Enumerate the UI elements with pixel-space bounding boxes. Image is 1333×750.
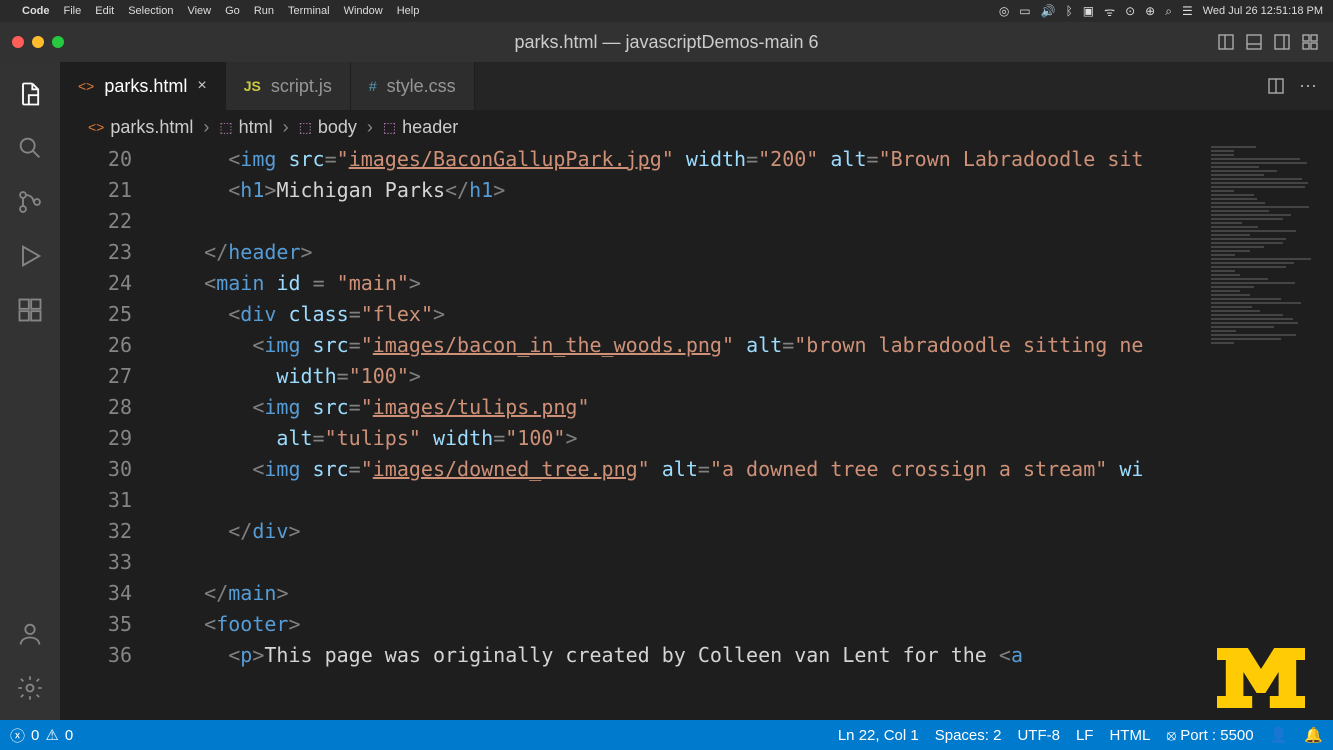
breadcrumb-item[interactable]: ⬚ header — [383, 117, 458, 138]
minimap[interactable] — [1203, 144, 1333, 720]
menubar-item[interactable]: Edit — [95, 5, 114, 17]
activity-bar — [0, 62, 60, 720]
search-icon[interactable]: ⌕ — [1165, 4, 1172, 19]
breadcrumb-item[interactable]: <> parks.html — [88, 117, 193, 138]
breadcrumb-label: header — [402, 117, 458, 138]
menubar-app[interactable]: Code — [22, 5, 50, 17]
tab-label: style.css — [387, 76, 456, 97]
sys-icon[interactable]: ⊙ — [1125, 4, 1135, 18]
code-editor[interactable]: 2021222324252627282930313233343536 <img … — [60, 144, 1333, 720]
css-file-icon: # — [369, 78, 377, 94]
chevron-right-icon: › — [367, 117, 373, 138]
symbol-icon: ⬚ — [219, 119, 232, 136]
menubar-item[interactable]: File — [64, 5, 82, 17]
bluetooth-icon[interactable]: ᛒ — [1066, 4, 1073, 18]
menubar-item[interactable]: View — [187, 5, 211, 17]
close-tab-icon[interactable]: × — [197, 77, 206, 95]
sys-icon[interactable]: ⊕ — [1145, 4, 1155, 18]
menubar-item[interactable]: Go — [225, 5, 240, 17]
split-editor-icon[interactable] — [1267, 77, 1285, 95]
battery-icon[interactable]: ▣ — [1083, 4, 1094, 18]
window-title: parks.html — javascriptDemos-main 6 — [514, 32, 818, 53]
breadcrumb-item[interactable]: ⬚ html — [219, 117, 272, 138]
code-content[interactable]: <img src="images/BaconGallupPark.jpg" wi… — [156, 144, 1203, 720]
editor-tabs: <> parks.html × JS script.js # style.css… — [60, 62, 1333, 110]
warnings-count[interactable]: 0 — [65, 727, 73, 744]
warnings-icon[interactable]: ⚠ — [45, 726, 58, 744]
close-window-button[interactable] — [12, 36, 24, 48]
explorer-icon[interactable] — [16, 80, 44, 108]
mac-menubar: Code File Edit Selection View Go Run Ter… — [0, 0, 1333, 22]
status-bar: ⓧ 0 ⚠ 0 Ln 22, Col 1 Spaces: 2 UTF-8 LF … — [0, 720, 1333, 750]
split-left-icon[interactable] — [1217, 33, 1235, 51]
notifications-icon[interactable]: 🔔 — [1304, 726, 1323, 744]
broadcast-icon: ⦻ — [1166, 727, 1176, 744]
encoding-status[interactable]: UTF-8 — [1017, 727, 1060, 744]
source-control-icon[interactable] — [16, 188, 44, 216]
control-center-icon[interactable]: ☰ — [1182, 4, 1193, 18]
window-titlebar: parks.html — javascriptDemos-main 6 — [0, 22, 1333, 62]
panel-bottom-icon[interactable] — [1245, 33, 1263, 51]
js-file-icon: JS — [244, 78, 261, 94]
feedback-icon[interactable]: 👤 — [1270, 726, 1289, 744]
volume-icon[interactable]: 🔊 — [1041, 4, 1056, 18]
line-number-gutter: 2021222324252627282930313233343536 — [60, 144, 156, 720]
menubar-item[interactable]: Run — [254, 5, 274, 17]
errors-icon[interactable]: ⓧ — [10, 725, 25, 746]
menubar-item[interactable]: Selection — [128, 5, 173, 17]
language-mode[interactable]: HTML — [1109, 727, 1150, 744]
menubar-item[interactable]: Terminal — [288, 5, 330, 17]
tab-label: script.js — [271, 76, 332, 97]
symbol-icon: ⬚ — [299, 119, 312, 136]
tab-style-css[interactable]: # style.css — [351, 62, 475, 110]
chevron-right-icon: › — [283, 117, 289, 138]
settings-gear-icon[interactable] — [16, 674, 44, 702]
breadcrumb-item[interactable]: ⬚ body — [299, 117, 357, 138]
tab-label: parks.html — [104, 76, 187, 97]
account-icon[interactable] — [16, 620, 44, 648]
chevron-right-icon: › — [203, 117, 209, 138]
breadcrumb[interactable]: <> parks.html › ⬚ html › ⬚ body › ⬚ head… — [60, 110, 1333, 144]
cursor-position[interactable]: Ln 22, Col 1 — [838, 727, 919, 744]
indentation-status[interactable]: Spaces: 2 — [935, 727, 1002, 744]
port-label: Port : 5500 — [1180, 727, 1253, 744]
html-file-icon: <> — [88, 119, 104, 135]
live-server-port[interactable]: ⦻ Port : 5500 — [1166, 727, 1253, 744]
wifi-icon[interactable]: ᯤ — [1104, 3, 1115, 20]
traffic-lights — [0, 36, 64, 48]
breadcrumb-label: parks.html — [110, 117, 193, 138]
errors-count[interactable]: 0 — [31, 727, 39, 744]
split-right-icon[interactable] — [1273, 33, 1291, 51]
menubar-item[interactable]: Window — [344, 5, 383, 17]
sys-icon[interactable]: ◎ — [999, 4, 1009, 18]
breadcrumb-label: html — [239, 117, 273, 138]
html-file-icon: <> — [78, 78, 94, 94]
breadcrumb-label: body — [318, 117, 357, 138]
run-debug-icon[interactable] — [16, 242, 44, 270]
tab-script-js[interactable]: JS script.js — [226, 62, 351, 110]
more-actions-icon[interactable]: ⋯ — [1299, 76, 1317, 97]
sys-icon[interactable]: ▭ — [1019, 4, 1030, 18]
menubar-clock[interactable]: Wed Jul 26 12:51:18 PM — [1203, 5, 1323, 17]
tab-parks-html[interactable]: <> parks.html × — [60, 62, 226, 110]
menubar-item[interactable]: Help — [397, 5, 420, 17]
search-icon[interactable] — [16, 134, 44, 162]
maximize-window-button[interactable] — [52, 36, 64, 48]
eol-status[interactable]: LF — [1076, 727, 1094, 744]
minimize-window-button[interactable] — [32, 36, 44, 48]
extensions-icon[interactable] — [16, 296, 44, 324]
symbol-icon: ⬚ — [383, 119, 396, 136]
layout-grid-icon[interactable] — [1301, 33, 1319, 51]
